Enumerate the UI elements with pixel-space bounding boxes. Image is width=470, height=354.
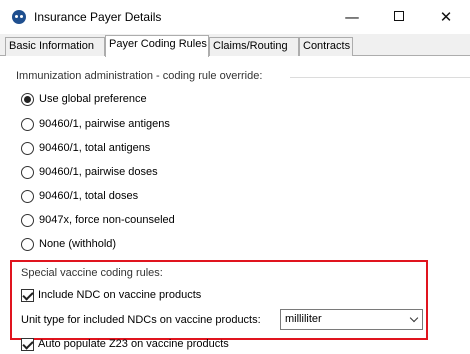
window-title: Insurance Payer Details: [34, 10, 162, 24]
radio-label: 90460/1, pairwise doses: [39, 166, 158, 178]
app-logo-icon: [12, 10, 26, 24]
radio-pairwise-antigens[interactable]: 90460/1, pairwise antigens: [21, 116, 170, 132]
radio-use-global-preference[interactable]: Use global preference: [21, 91, 147, 107]
maximize-icon: [394, 11, 404, 21]
minimize-button[interactable]: —: [330, 3, 374, 31]
immunization-legend: Immunization administration - coding rul…: [16, 70, 267, 82]
radio-none-withhold[interactable]: None (withhold): [21, 236, 116, 252]
radio-button[interactable]: [21, 141, 34, 155]
radio-total-antigens[interactable]: 90460/1, total antigens: [21, 140, 150, 156]
group-divider: [290, 77, 470, 78]
maximize-button[interactable]: [377, 3, 421, 31]
radio-button[interactable]: [21, 189, 34, 203]
radio-label: None (withhold): [39, 238, 117, 250]
chevron-down-icon: [409, 313, 419, 323]
unit-type-value: milliliter: [285, 313, 322, 325]
title-bar: Insurance Payer Details — ✕: [0, 0, 470, 34]
tab-payer-coding-rules[interactable]: Payer Coding Rules: [105, 35, 209, 57]
radio-button[interactable]: [21, 165, 34, 179]
auto-populate-label: Auto populate Z23 on vaccine products: [38, 338, 229, 350]
include-ndc-checkbox[interactable]: [21, 288, 34, 302]
tab-panel: Immunization administration - coding rul…: [0, 56, 470, 354]
include-ndc-checkbox-row[interactable]: Include NDC on vaccine products: [21, 287, 201, 303]
radio-total-doses[interactable]: 90460/1, total doses: [21, 188, 138, 204]
auto-populate-checkbox-row[interactable]: Auto populate Z23 on vaccine products: [21, 336, 229, 352]
include-ndc-label: Include NDC on vaccine products: [38, 289, 202, 301]
radio-button[interactable]: [21, 92, 34, 106]
radio-label: 90460/1, total doses: [39, 190, 139, 202]
radio-label: 90460/1, total antigens: [39, 142, 151, 154]
tab-strip: Basic Information Payer Coding Rules Cla…: [0, 34, 470, 57]
radio-label: Use global preference: [39, 93, 147, 105]
special-rules-legend: Special vaccine coding rules:: [21, 267, 163, 279]
radio-force-non-counseled[interactable]: 9047x, force non-counseled: [21, 212, 175, 228]
close-button[interactable]: ✕: [424, 3, 468, 31]
unit-type-label: Unit type for included NDCs on vaccine p…: [21, 314, 261, 326]
tab-contracts[interactable]: Contracts: [299, 37, 353, 56]
radio-label: 90460/1, pairwise antigens: [39, 118, 170, 130]
tab-basic-information[interactable]: Basic Information: [5, 37, 105, 56]
radio-button[interactable]: [21, 237, 34, 251]
radio-button[interactable]: [21, 117, 34, 131]
radio-label: 9047x, force non-counseled: [39, 214, 175, 226]
auto-populate-checkbox[interactable]: [21, 337, 34, 351]
tab-claims-routing[interactable]: Claims/Routing: [209, 37, 299, 56]
radio-pairwise-doses[interactable]: 90460/1, pairwise doses: [21, 164, 158, 180]
radio-button[interactable]: [21, 213, 34, 227]
unit-type-select[interactable]: milliliter: [280, 309, 423, 330]
